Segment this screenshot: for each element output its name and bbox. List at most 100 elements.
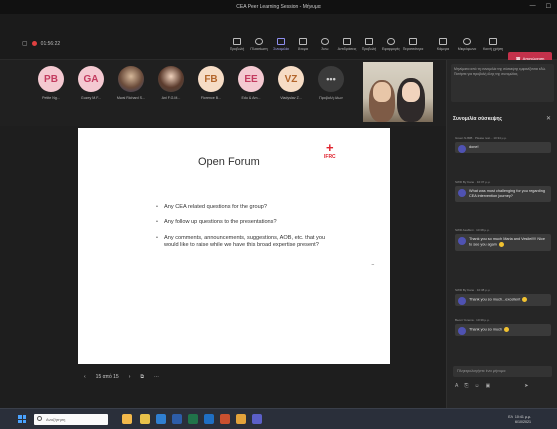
widget-app-icon[interactable]	[122, 414, 132, 424]
people-icon	[299, 38, 307, 45]
participant-tile[interactable]: EE Edu & Am...	[236, 66, 266, 100]
chat-compose-tools: A ⎘ ☺ ▣ ➤	[455, 383, 528, 389]
message-text: done!	[469, 145, 479, 149]
avatar: VZ	[278, 66, 304, 92]
message-meta: SWD Asaffeni · 10:38 μ.μ.	[455, 228, 490, 232]
participant-video[interactable]	[363, 62, 433, 122]
toolbar-layout-button[interactable]: Προβολή	[358, 38, 380, 51]
gif-icon[interactable]: ▣	[485, 383, 490, 389]
toolbar-button-label: Εφαρμογές	[381, 47, 401, 51]
smile-emoji-icon	[498, 242, 504, 247]
chat-message[interactable]: Green NJMB · Please rest... 10:34 μ.μ. do…	[455, 136, 551, 153]
brand-text: IFRC	[324, 154, 336, 160]
mic-icon	[463, 38, 471, 45]
slide-title: Open Forum	[198, 156, 260, 168]
apps-icon	[387, 38, 395, 45]
slide-navigation: ‹ 15 από 15 › ⧉ ···	[84, 374, 159, 380]
toolbar-whiteboard-button[interactable]: Πλαισίωση	[248, 38, 270, 51]
powerpoint-icon[interactable]	[220, 414, 230, 424]
toolbar-more-button[interactable]: Περισσότερα	[402, 38, 424, 51]
chrome-icon[interactable]	[236, 414, 246, 424]
window-controls: — ☐	[530, 3, 551, 10]
chat-message[interactable]: SWD By Kane · 10:37 μ.μ. What was most ch…	[455, 180, 551, 202]
clock-time[interactable]: 10:41 μ.μ.	[515, 415, 531, 419]
layout-icon	[365, 38, 373, 45]
participant-name: Guzey M.F...	[80, 96, 102, 100]
message-text: Thank you so much Maria and Vesilei!!!! …	[469, 237, 545, 247]
maximize-icon[interactable]: ☐	[546, 3, 551, 10]
toolbar-reactions-button[interactable]: Αντιδράσεις	[336, 38, 358, 51]
next-slide-icon[interactable]: ›	[129, 374, 131, 380]
participant-name: Petite Ng...	[42, 96, 60, 100]
windows-start-icon[interactable]	[18, 415, 26, 423]
close-icon[interactable]: ✕	[546, 115, 551, 122]
participant-tile[interactable]: GA Guzey M.F...	[76, 66, 106, 100]
emoji-icon[interactable]: ☺	[474, 383, 479, 389]
toolbar-button-label: Περισσότερα	[402, 47, 424, 51]
chat-message[interactable]: SWD By Kane · 10:38 μ.μ. Thank you so muc…	[455, 288, 551, 306]
toolbar-button-label: Πλαισίωση	[250, 47, 268, 51]
sync-icon[interactable]: ⧉	[140, 374, 144, 380]
chat-input[interactable]: Πληκτρολογήστε ένα μήνυμα	[453, 366, 552, 377]
toolbar-view-button[interactable]: Προβολή	[226, 38, 248, 51]
taskbar-search[interactable]: Αναζήτηση	[34, 414, 108, 425]
toolbar-button-label: Μικρόφωνο	[457, 47, 477, 51]
avatar	[118, 66, 144, 92]
minimize-icon[interactable]: —	[530, 3, 536, 10]
sender-avatar-icon	[458, 297, 466, 305]
avatar: FB	[198, 66, 224, 92]
slide-counter: 15 από 15	[95, 374, 119, 380]
share-icon	[489, 38, 497, 45]
participant-tile[interactable]: VZ Vladyslav Z...	[276, 66, 306, 100]
sender-avatar-icon	[458, 327, 466, 335]
toolbar-mic-button[interactable]: Μικρόφωνο	[456, 38, 478, 51]
toolbar-raise-hand-button[interactable]: Άνω	[314, 38, 336, 51]
participant-tile[interactable]: FB Florence B...	[196, 66, 226, 100]
toolbar-button-label: Αντιδράσεις	[337, 47, 357, 51]
clock-date[interactable]: 6/10/2021	[508, 420, 531, 425]
toolbar-button-label: Κοινή χρήση	[482, 47, 504, 51]
participant-tile[interactable]: Mwai Richard S...	[116, 66, 146, 100]
red-cross-icon: +	[326, 140, 334, 155]
toolbar-button-label: Προβολή	[361, 47, 377, 51]
attach-icon[interactable]: ⎘	[464, 383, 468, 389]
send-icon[interactable]: ➤	[524, 383, 528, 389]
participant-tile[interactable]: Ani F.G.M...	[156, 66, 186, 100]
prev-slide-icon[interactable]: ‹	[84, 374, 86, 380]
teams-icon[interactable]	[252, 414, 262, 424]
chat-message[interactable]: SWD Asaffeni · 10:38 μ.μ. Thank you so mu…	[455, 228, 551, 251]
raise-hand-icon	[321, 38, 329, 45]
outlook-icon[interactable]	[204, 414, 214, 424]
toolbar-chat-button[interactable]: Συνομιλία	[270, 38, 292, 51]
bullet-item: Any comments, announcements, suggestions…	[156, 235, 326, 250]
camera-icon	[439, 38, 447, 45]
message-bubble: Thank you so much Maria and Vesilei!!!! …	[455, 234, 551, 251]
toolbar-button-label: Άνω	[321, 47, 329, 51]
more-options-icon[interactable]: ···	[154, 374, 159, 380]
message-meta: SWD By Kane · 10:37 μ.μ.	[455, 180, 491, 184]
language-indicator[interactable]: ΕΛ	[508, 415, 513, 419]
toolbar-apps-button[interactable]: Εφαρμογές	[380, 38, 402, 51]
participant-name: Ani F.G.M...	[161, 96, 181, 100]
participant-tile[interactable]: PB Petite Ng...	[36, 66, 66, 100]
participant-tile[interactable]: ••• Προβολή όλων	[316, 66, 346, 100]
participant-name: Edu & Am...	[241, 96, 261, 100]
chat-message[interactable]: Beoni Yonena · 10:39 μ.μ. Thank you so mu…	[455, 318, 551, 336]
browser-icon[interactable]	[156, 414, 166, 424]
participant-name: Vladyslav Z...	[280, 96, 302, 100]
format-icon[interactable]: A	[455, 383, 458, 389]
message-meta: SWD By Kane · 10:38 μ.μ.	[455, 288, 491, 292]
toolbar-share-button[interactable]: Κοινή χρήση	[482, 38, 504, 51]
whiteboard-icon	[255, 38, 263, 45]
word-icon[interactable]	[172, 414, 182, 424]
message-text: What was most challenging for you regard…	[469, 189, 545, 198]
avatar: •••	[318, 66, 344, 92]
bullet-item: Any follow up questions to the presentat…	[156, 219, 326, 227]
chat-panel: Μηνύματα από τη συνομιλία της σύσκεψης ε…	[446, 60, 557, 408]
excel-icon[interactable]	[188, 414, 198, 424]
toolbar-people-button[interactable]: Άτομα	[292, 38, 314, 51]
message-text: Thank you so much...excellent	[469, 297, 521, 302]
toolbar-camera-button[interactable]: Κάμερα	[432, 38, 454, 51]
view-icon	[233, 38, 241, 45]
file-explorer-icon[interactable]	[140, 414, 150, 424]
